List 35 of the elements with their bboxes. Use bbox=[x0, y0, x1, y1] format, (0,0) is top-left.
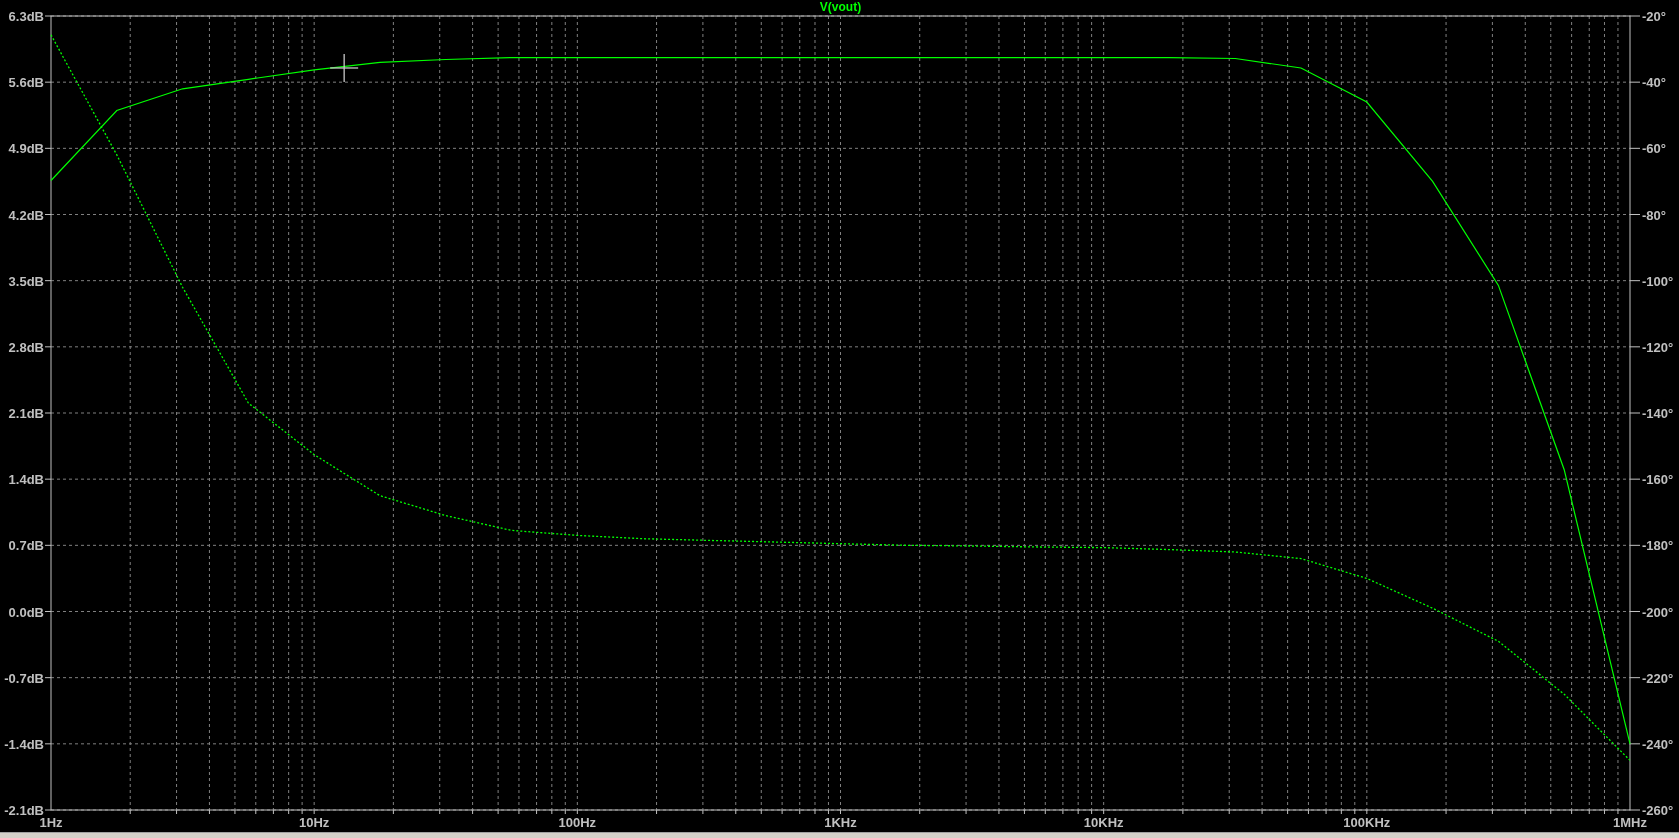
axis-tick-label: 1.4dB bbox=[8, 472, 44, 488]
axis-tick-label: 4.9dB bbox=[8, 141, 44, 157]
crosshair-cursor bbox=[329, 53, 359, 83]
axis-tick-label: 10KHz bbox=[1083, 815, 1124, 830]
axis-tick-label: 1KHz bbox=[824, 815, 857, 830]
axis-tick-label: 2.8dB bbox=[8, 339, 44, 355]
axis-tick-label: -0.7dB bbox=[4, 670, 44, 686]
axis-tick-label: -140° bbox=[1642, 406, 1674, 421]
axis-tick-label: 0.0dB bbox=[8, 604, 44, 620]
axis-tick-label: -240° bbox=[1642, 736, 1674, 752]
axis-tick-label: 5.6dB bbox=[8, 75, 44, 91]
axis-tick-label: -260° bbox=[1642, 803, 1674, 818]
axis-tick-label: -1.4dB bbox=[4, 736, 44, 752]
axis-tick-label: -120° bbox=[1642, 339, 1674, 355]
axis-tick-label: 1Hz bbox=[39, 815, 63, 830]
axis-tick-label: -60° bbox=[1642, 141, 1666, 157]
trace-title: V(vout) bbox=[819, 0, 862, 14]
axis-tick-label: 3.5dB bbox=[8, 273, 44, 289]
axis-tick-label: 10Hz bbox=[299, 815, 330, 830]
axis-tick-label: -40° bbox=[1642, 75, 1666, 91]
axis-tick-label: 6.3dB bbox=[8, 9, 44, 24]
axis-tick-label: -200° bbox=[1642, 604, 1674, 620]
axis-tick-label: 100KHz bbox=[1343, 815, 1391, 830]
axis-tick-label: -160° bbox=[1642, 472, 1674, 488]
axis-tick-label: -20° bbox=[1642, 9, 1666, 24]
axis-tick-label: 2.1dB bbox=[8, 406, 44, 421]
axis-tick-label: 1MHz bbox=[1613, 815, 1647, 830]
axis-tick-label: -100° bbox=[1642, 273, 1674, 289]
axis-tick-label: 4.2dB bbox=[8, 207, 44, 223]
axis-tick-label: -2.1dB bbox=[4, 803, 44, 818]
axis-tick-label: 0.7dB bbox=[8, 538, 44, 554]
axis-tick-label: -220° bbox=[1642, 670, 1674, 686]
axis-tick-label: -80° bbox=[1642, 207, 1666, 223]
axis-tick-label: -180° bbox=[1642, 538, 1674, 554]
axis-tick-label: 100Hz bbox=[558, 815, 597, 830]
